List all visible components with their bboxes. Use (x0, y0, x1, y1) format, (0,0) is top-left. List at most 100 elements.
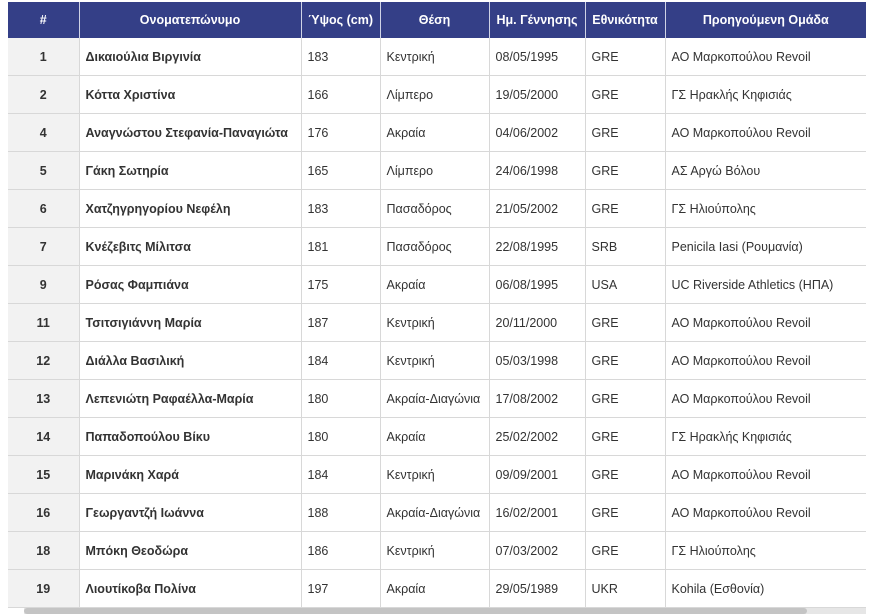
player-name: Κνέζεβιτς Μίλιτσα (79, 227, 302, 266)
player-birthdate: 08/05/1995 (489, 38, 586, 76)
player-number: 13 (8, 379, 80, 418)
player-nationality: GRE (585, 493, 666, 532)
player-nationality: GRE (585, 303, 666, 342)
player-nationality: GRE (585, 113, 666, 152)
header-previous-team: Προηγούμενη Ομάδα (665, 2, 866, 38)
player-birthdate: 20/11/2000 (489, 303, 586, 342)
player-number: 11 (8, 303, 80, 342)
player-nationality: GRE (585, 455, 666, 494)
player-name: Παπαδοπούλου Βίκυ (79, 417, 302, 456)
player-name: Μαρινάκη Χαρά (79, 455, 302, 494)
player-name: Κόττα Χριστίνα (79, 75, 302, 114)
player-nationality: GRE (585, 379, 666, 418)
table-row: 15 Μαρινάκη Χαρά 184 Κεντρική 09/09/2001 GRE Α… (8, 455, 866, 494)
player-position: Κεντρική (380, 531, 490, 570)
player-previous-team: ΓΣ Ηρακλής Κηφισιάς (665, 75, 866, 114)
player-previous-team: ΓΣ Ηλιούπολης (665, 531, 866, 570)
player-number: 6 (8, 189, 80, 228)
scrollbar-thumb[interactable] (24, 608, 808, 614)
player-number: 2 (8, 75, 80, 114)
roster-table-container: # Ονοματεπώνυμο Ύψος (cm) Θέση Ημ. Γέννη… (8, 2, 866, 608)
player-nationality: GRE (585, 341, 666, 380)
player-name: Λεπενιώτη Ραφαέλλα-Μαρία (79, 379, 302, 418)
player-birthdate: 17/08/2002 (489, 379, 586, 418)
header-number: # (8, 2, 80, 38)
player-nationality: GRE (585, 38, 666, 76)
player-birthdate: 16/02/2001 (489, 493, 586, 532)
player-previous-team: ΑΟ Μαρκοπούλου Revoil (665, 379, 866, 418)
player-number: 12 (8, 341, 80, 380)
table-row: 18 Μπόκη Θεοδώρα 186 Κεντρική 07/03/2002 GRE Γ… (8, 531, 866, 570)
player-position: Κεντρική (380, 455, 490, 494)
header-position: Θέση (380, 2, 490, 38)
table-row: 11 Τσιτσιγιάννη Μαρία 187 Κεντρική 20/11/200… (8, 303, 866, 342)
table-row: 14 Παπαδοπούλου Βίκυ 180 Ακραία 25/02/2002 GR… (8, 417, 866, 456)
player-position: Κεντρική (380, 38, 490, 76)
player-name: Δικαιούλια Βιργινία (79, 38, 302, 76)
player-previous-team: ΓΣ Ηλιούπολης (665, 189, 866, 228)
player-position: Ακραία-Διαγώνια (380, 379, 490, 418)
player-height: 166 (301, 75, 381, 114)
player-birthdate: 24/06/1998 (489, 151, 586, 190)
table-row: 16 Γεωργαντζή Ιωάννα 188 Ακραία-Διαγώνια 16/… (8, 493, 866, 532)
player-birthdate: 06/08/1995 (489, 265, 586, 304)
table-row: 13 Λεπενιώτη Ραφαέλλα-Μαρία 180 Ακραία-Διαγ… (8, 379, 866, 418)
player-height: 186 (301, 531, 381, 570)
player-previous-team: ΑΣ Αργώ Βόλου (665, 151, 866, 190)
player-number: 15 (8, 455, 80, 494)
player-number: 1 (8, 38, 80, 76)
table-row: 1 Δικαιούλια Βιργινία 183 Κεντρική 08/05/199… (8, 38, 866, 76)
player-height: 175 (301, 265, 381, 304)
table-header: # Ονοματεπώνυμο Ύψος (cm) Θέση Ημ. Γέννη… (8, 2, 866, 38)
player-previous-team: ΑΟ Μαρκοπούλου Revoil (665, 493, 866, 532)
player-height: 184 (301, 341, 381, 380)
player-previous-team: ΓΣ Ηρακλής Κηφισιάς (665, 417, 866, 456)
player-nationality: GRE (585, 189, 666, 228)
player-height: 181 (301, 227, 381, 266)
header-birthdate: Ημ. Γέννησης (489, 2, 586, 38)
player-height: 188 (301, 493, 381, 532)
player-height: 183 (301, 38, 381, 76)
player-previous-team: ΑΟ Μαρκοπούλου Revoil (665, 38, 866, 76)
player-height: 183 (301, 189, 381, 228)
player-position: Ακραία (380, 417, 490, 456)
player-birthdate: 05/03/1998 (489, 341, 586, 380)
table-row: 7 Κνέζεβιτς Μίλιτσα 181 Πασαδόρος 22/08/1995… (8, 227, 866, 266)
player-position: Πασαδόρος (380, 189, 490, 228)
player-birthdate: 21/05/2002 (489, 189, 586, 228)
player-previous-team: ΑΟ Μαρκοπούλου Revoil (665, 455, 866, 494)
player-nationality: GRE (585, 531, 666, 570)
player-birthdate: 09/09/2001 (489, 455, 586, 494)
player-nationality: UKR (585, 569, 666, 608)
table-row: 12 Διάλλα Βασιλική 184 Κεντρική 05/03/1998 GR… (8, 341, 866, 380)
header-nationality: Εθνικότητα (585, 2, 666, 38)
player-nationality: SRB (585, 227, 666, 266)
player-position: Κεντρική (380, 303, 490, 342)
horizontal-scrollbar[interactable] (24, 608, 866, 614)
player-nationality: GRE (585, 417, 666, 456)
player-previous-team: ΑΟ Μαρκοπούλου Revoil (665, 341, 866, 380)
player-number: 16 (8, 493, 80, 532)
player-name: Γάκη Σωτηρία (79, 151, 302, 190)
header-height: Ύψος (cm) (301, 2, 381, 38)
player-number: 4 (8, 113, 80, 152)
player-name: Γεωργαντζή Ιωάννα (79, 493, 302, 532)
player-number: 9 (8, 265, 80, 304)
player-position: Λίμπερο (380, 151, 490, 190)
player-nationality: USA (585, 265, 666, 304)
player-height: 180 (301, 379, 381, 418)
player-height: 184 (301, 455, 381, 494)
player-previous-team: ΑΟ Μαρκοπούλου Revoil (665, 303, 866, 342)
table-row: 9 Ρόσας Φαμπιάνα 175 Ακραία 06/08/1995 USA UC … (8, 265, 866, 304)
table-row: 6 Χατζηγρηγορίου Νεφέλη 183 Πασαδόρος 21/05/… (8, 189, 866, 228)
player-nationality: GRE (585, 151, 666, 190)
player-name: Λιουτίκοβα Πολίνα (79, 569, 302, 608)
player-number: 19 (8, 569, 80, 608)
player-previous-team: Kohila (Εσθονία) (665, 569, 866, 608)
player-birthdate: 25/02/2002 (489, 417, 586, 456)
player-nationality: GRE (585, 75, 666, 114)
header-name: Ονοματεπώνυμο (79, 2, 302, 38)
player-birthdate: 22/08/1995 (489, 227, 586, 266)
player-name: Διάλλα Βασιλική (79, 341, 302, 380)
player-position: Ακραία-Διαγώνια (380, 493, 490, 532)
